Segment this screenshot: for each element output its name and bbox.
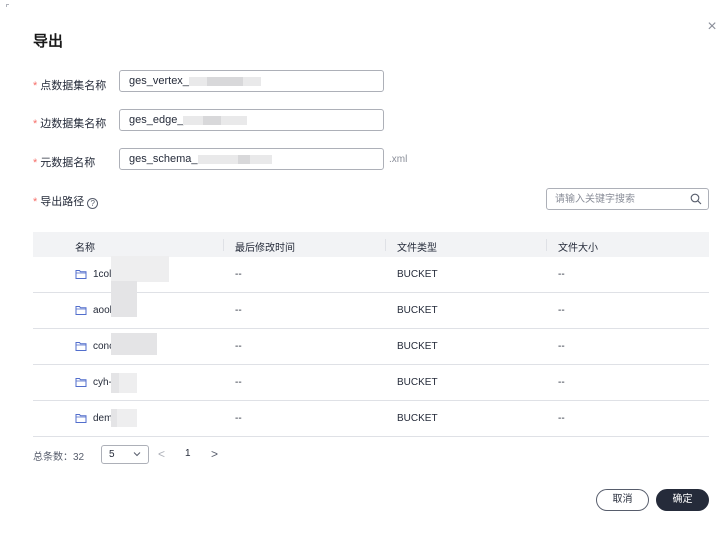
required-mark: * — [33, 118, 38, 130]
vertex-dataset-input[interactable]: ges_vertex_ — [119, 70, 384, 92]
row-type: BUCKET — [397, 341, 438, 352]
row-name[interactable]: dem — [93, 413, 112, 424]
row-modified: -- — [235, 341, 242, 352]
column-header-type[interactable]: 文件类型 — [397, 239, 437, 254]
row-modified: -- — [235, 305, 242, 316]
row-size: -- — [558, 341, 565, 352]
vertex-dataset-label: * 点数据集名称 — [33, 80, 107, 92]
required-mark: * — [33, 80, 38, 92]
required-mark: * — [33, 196, 38, 208]
row-modified: -- — [235, 377, 242, 388]
column-header-modified[interactable]: 最后修改时间 — [235, 239, 295, 254]
table-row[interactable]: cyh- -- BUCKET -- — [33, 365, 709, 401]
next-page-button[interactable]: > — [211, 447, 218, 461]
edge-dataset-label: * 边数据集名称 — [33, 118, 107, 130]
folder-icon — [75, 414, 87, 423]
required-mark: * — [33, 157, 38, 169]
row-type: BUCKET — [397, 413, 438, 424]
pagination: 总条数：32 5 < 1 > — [33, 445, 218, 465]
dialog-title: 导出 — [33, 33, 64, 50]
table-row[interactable]: 1col -- BUCKET -- — [33, 256, 709, 295]
search-icon[interactable] — [690, 193, 702, 205]
vertex-dataset-value: ges_vertex_ — [129, 75, 189, 87]
row-modified: -- — [235, 269, 242, 280]
page-size-value: 5 — [109, 449, 115, 460]
corner-mark — [6, 4, 9, 7]
folder-icon — [75, 342, 87, 351]
row-name[interactable]: cyh- — [93, 377, 112, 388]
row-type: BUCKET — [397, 269, 438, 280]
folder-icon — [75, 378, 87, 387]
cancel-button[interactable]: 取消 — [596, 489, 649, 511]
confirm-button[interactable]: 确定 — [656, 489, 709, 511]
row-type: BUCKET — [397, 377, 438, 388]
export-path-label: * 导出路径? — [33, 193, 99, 209]
table-row[interactable]: conc -- BUCKET -- — [33, 329, 709, 365]
page-number-current[interactable]: 1 — [185, 448, 191, 459]
table-header: 名称 最后修改时间 文件类型 文件大小 — [33, 232, 709, 257]
folder-icon — [75, 306, 87, 315]
table-row[interactable]: dem -- BUCKET -- — [33, 401, 709, 437]
folder-icon — [75, 270, 87, 279]
row-name[interactable]: aool — [93, 305, 112, 316]
close-icon[interactable]: × — [703, 18, 721, 36]
total-count: 总条数：32 — [33, 451, 85, 463]
edge-dataset-value: ges_edge_ — [129, 114, 184, 126]
column-header-name[interactable]: 名称 — [75, 239, 95, 254]
row-size: -- — [558, 269, 565, 280]
help-icon[interactable]: ? — [87, 198, 99, 209]
column-header-size[interactable]: 文件大小 — [558, 239, 598, 254]
row-size: -- — [558, 413, 565, 424]
file-table: 名称 最后修改时间 文件类型 文件大小 1col -- BUCKET -- ao… — [33, 232, 709, 437]
schema-name-label: * 元数据名称 — [33, 157, 96, 169]
schema-name-value: ges_schema_ — [129, 153, 198, 165]
page-size-select[interactable]: 5 — [101, 445, 149, 464]
row-size: -- — [558, 377, 565, 388]
edge-dataset-input[interactable]: ges_edge_ — [119, 109, 384, 131]
row-size: -- — [558, 305, 565, 316]
row-type: BUCKET — [397, 305, 438, 316]
row-modified: -- — [235, 413, 242, 424]
chevron-down-icon — [133, 452, 141, 457]
table-row[interactable]: aool -- BUCKET -- — [33, 293, 709, 329]
search-box — [546, 188, 709, 210]
search-input[interactable] — [547, 189, 677, 209]
schema-name-input[interactable]: ges_schema_ — [119, 148, 384, 170]
prev-page-button[interactable]: < — [158, 447, 165, 461]
row-name[interactable]: 1col — [93, 269, 111, 280]
schema-suffix: .xml — [389, 154, 408, 165]
